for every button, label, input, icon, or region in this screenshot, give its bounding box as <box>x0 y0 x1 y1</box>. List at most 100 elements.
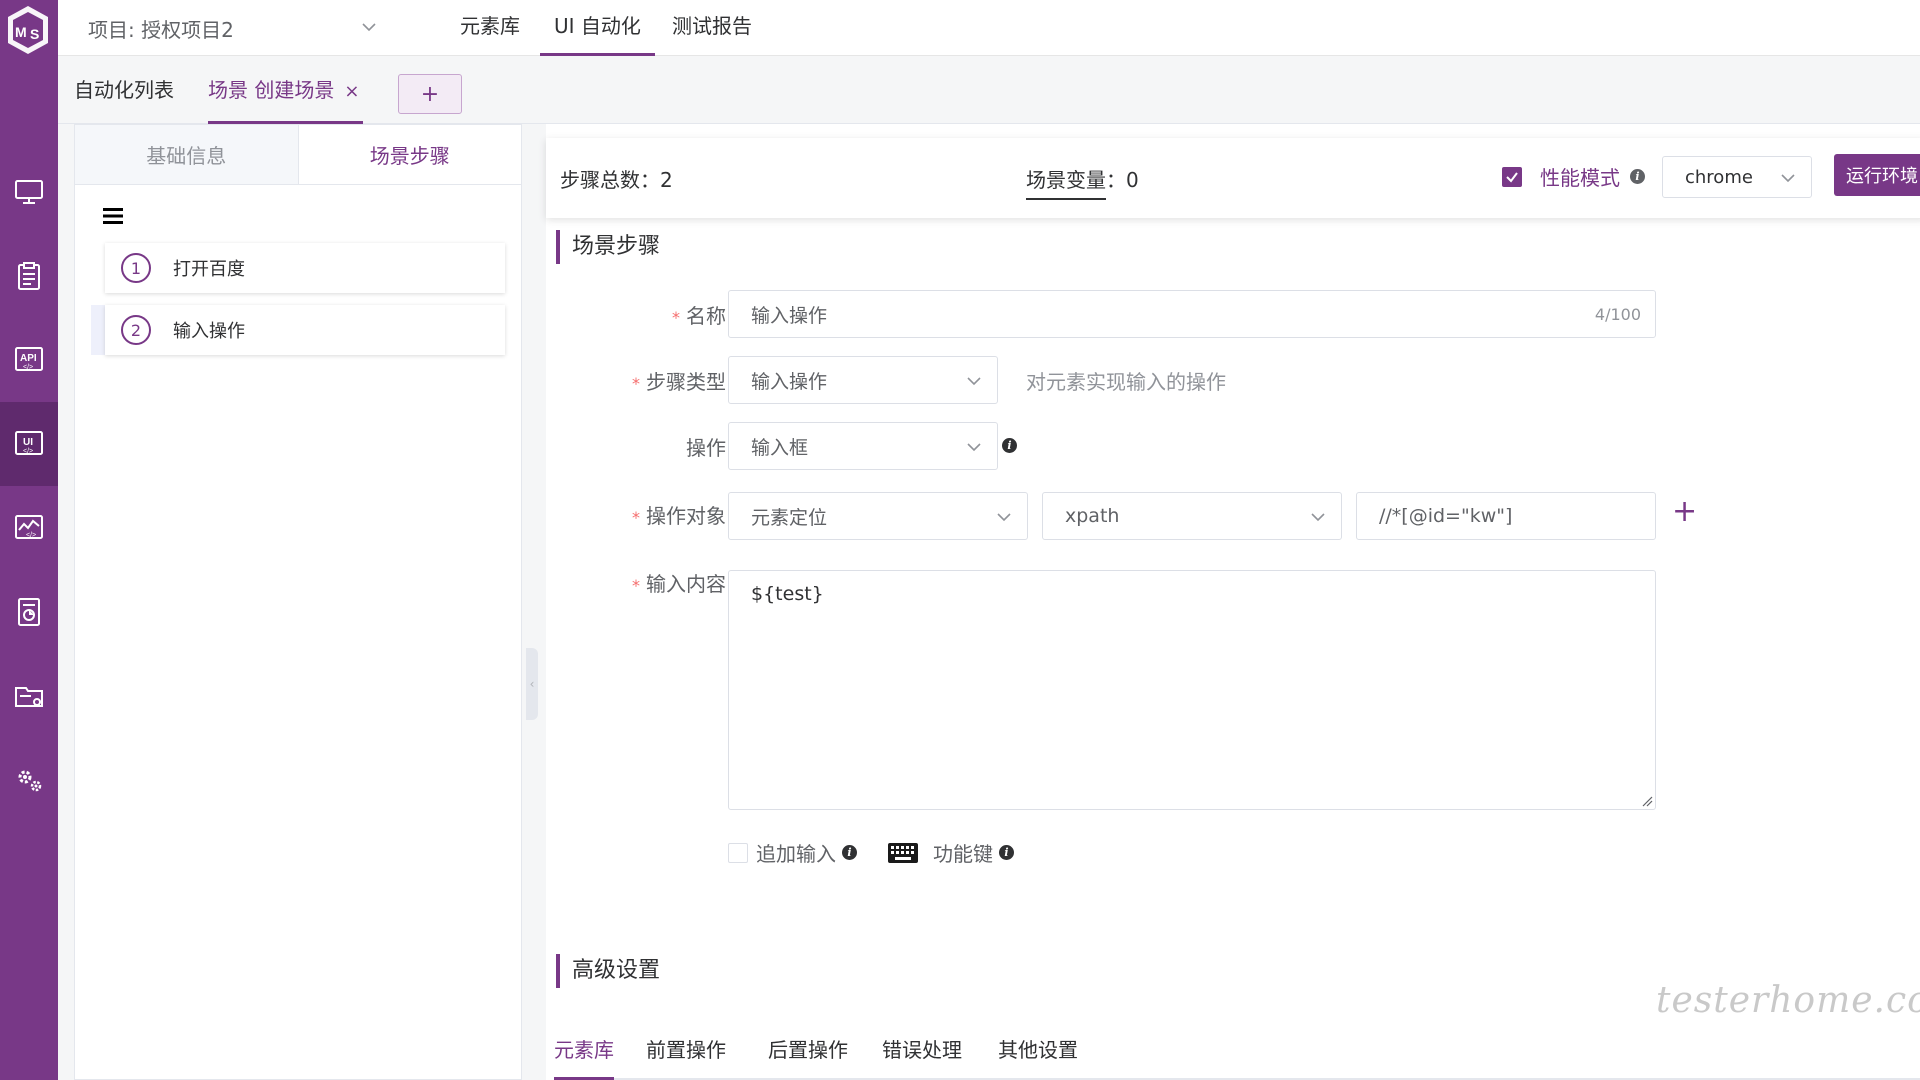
tab-create-scene[interactable]: 场景 创建场景 × <box>208 74 364 124</box>
top-header: 项目: 授权项目2 元素库 UI 自动化 测试报告 <box>58 0 1920 56</box>
content-label-text: 输入内容 <box>646 572 726 596</box>
info-icon[interactable]: i <box>999 845 1014 860</box>
chevron-down-icon <box>997 513 1011 522</box>
watermark: testerhome.com <box>1656 980 1920 1021</box>
locator-value-input[interactable]: //*[@id="kw"] <box>1356 492 1656 540</box>
tab-automation-list[interactable]: 自动化列表 <box>74 74 174 124</box>
scene-left-panel: 基础信息 场景步骤 1 打开百度 2 输入操作 <box>74 124 522 1080</box>
info-icon[interactable]: i <box>842 845 857 860</box>
append-input-checkbox[interactable] <box>728 842 748 863</box>
add-tab-button[interactable]: + <box>398 74 462 114</box>
tab-adv-post-operation[interactable]: 后置操作 <box>768 1034 848 1080</box>
nav-test-report[interactable]: 测试报告 <box>658 0 766 56</box>
tab-basic-info[interactable]: 基础信息 <box>75 125 299 184</box>
check-icon <box>1506 171 1518 183</box>
add-locator-plus-icon[interactable]: + <box>1672 494 1697 529</box>
step-type-select[interactable]: 输入操作 <box>728 356 998 404</box>
chevron-down-icon <box>967 377 981 386</box>
operation-value: 输入框 <box>751 436 809 459</box>
tab-adv-error-handling[interactable]: 错误处理 <box>882 1034 962 1080</box>
svg-text:</>: </> <box>23 364 33 371</box>
svg-text:S: S <box>30 26 39 42</box>
keyboard-icon[interactable] <box>887 842 919 864</box>
left-sidebar: M S API </> UI </> </> <box>0 0 58 1080</box>
content-value: ${test} <box>751 583 824 605</box>
locator-type-select[interactable]: xpath <box>1042 492 1342 540</box>
project-select[interactable]: 项目: 授权项目2 <box>88 0 378 56</box>
sidebar-api-icon[interactable]: API </> <box>0 318 58 402</box>
operation-select[interactable]: 输入框 <box>728 422 998 470</box>
target-select[interactable]: 元素定位 <box>728 492 1028 540</box>
operation-label: 操作 <box>686 436 726 460</box>
name-char-counter: 4/100 <box>1594 305 1641 324</box>
target-label-text: 操作对象 <box>646 504 726 528</box>
svg-text:M: M <box>15 24 27 40</box>
tab-create-scene-label: 场景 创建场景 <box>208 78 335 102</box>
step-total-label: 步骤总数： <box>560 168 660 192</box>
page-tabs-row: 自动化列表 场景 创建场景 × + <box>58 56 1920 124</box>
collapse-panel-handle[interactable]: ‹ <box>526 648 538 720</box>
sidebar-workstation-icon[interactable] <box>0 150 58 234</box>
locator-value: //*[@id="kw"] <box>1379 505 1513 527</box>
ms-logo-icon[interactable]: M S <box>4 4 52 56</box>
hamburger-menu-icon[interactable] <box>103 207 125 225</box>
tab-adv-other-settings[interactable]: 其他设置 <box>998 1034 1078 1080</box>
name-label-text: 名称 <box>686 304 726 328</box>
info-icon[interactable]: i <box>1630 169 1645 184</box>
step-item[interactable]: 1 打开百度 <box>105 243 505 293</box>
sidebar-test-plan-icon[interactable] <box>0 234 58 318</box>
chevron-down-icon <box>1781 174 1795 183</box>
required-mark: * <box>672 308 680 327</box>
step-number: 2 <box>121 315 151 345</box>
locator-type-value: xpath <box>1065 505 1120 527</box>
step-editor-panel: 步骤总数：2 场景变量：0 性能模式 i chrome 运行环境 场景步骤 * 名… <box>546 124 1920 1080</box>
content-label: * 输入内容 <box>556 568 726 597</box>
required-mark: * <box>632 374 640 393</box>
chevron-down-icon <box>967 443 981 452</box>
step-selected-highlight <box>91 305 105 355</box>
performance-mode-label: 性能模式 <box>1540 166 1620 190</box>
info-icon[interactable]: i <box>1002 438 1017 453</box>
sidebar-settings-gear-icon[interactable] <box>0 738 58 822</box>
step-type-label-text: 步骤类型 <box>646 370 726 394</box>
name-input[interactable]: 输入操作 4/100 <box>728 290 1656 338</box>
sidebar-performance-icon[interactable]: </> <box>0 486 58 570</box>
browser-select-value: chrome <box>1685 166 1753 188</box>
browser-select[interactable]: chrome <box>1662 156 1812 198</box>
name-label: * 名称 <box>556 300 726 329</box>
chevron-down-icon <box>1311 513 1325 522</box>
sidebar-report-icon[interactable] <box>0 570 58 654</box>
sidebar-project-folder-icon[interactable] <box>0 654 58 738</box>
scene-variables-link[interactable]: 场景变量 <box>1026 168 1106 200</box>
step-item[interactable]: 2 输入操作 <box>105 305 505 355</box>
content-textarea[interactable]: ${test} <box>728 570 1656 810</box>
step-type-label: * 步骤类型 <box>556 366 726 395</box>
resize-handle-icon[interactable] <box>1641 795 1653 807</box>
nav-ui-automation[interactable]: UI 自动化 <box>540 0 655 56</box>
target-value: 元素定位 <box>751 506 828 529</box>
scene-variables-count: 0 <box>1126 168 1139 192</box>
required-mark: * <box>632 576 640 595</box>
run-environment-button[interactable]: 运行环境 <box>1834 154 1920 196</box>
sub-tabs: 基础信息 场景步骤 <box>75 125 521 185</box>
scene-variables-sep: ： <box>1106 168 1126 192</box>
tab-scene-steps[interactable]: 场景步骤 <box>298 125 521 184</box>
function-key-label[interactable]: 功能键 <box>933 838 993 867</box>
performance-mode: 性能模式 i <box>1502 162 1645 191</box>
step-total-value: 2 <box>660 168 673 192</box>
section-title-scene-steps: 场景步骤 <box>556 230 660 264</box>
step-type-value: 输入操作 <box>751 370 828 393</box>
chevron-down-icon <box>362 23 376 32</box>
tab-adv-pre-operation[interactable]: 前置操作 <box>646 1034 726 1080</box>
scene-variables[interactable]: 场景变量：0 <box>1026 164 1139 200</box>
nav-element-library[interactable]: 元素库 <box>446 0 534 56</box>
scene-summary-bar: 步骤总数：2 场景变量：0 性能模式 i chrome 运行环境 <box>546 138 1920 218</box>
step-number: 1 <box>121 253 151 283</box>
tab-adv-element-library[interactable]: 元素库 <box>554 1034 614 1080</box>
sidebar-ui-automation-icon[interactable]: UI </> <box>0 402 58 486</box>
close-icon[interactable]: × <box>344 81 359 102</box>
performance-mode-checkbox[interactable] <box>1502 166 1522 187</box>
target-label: * 操作对象 <box>556 500 726 529</box>
name-input-value: 输入操作 <box>751 304 828 327</box>
append-input-label: 追加输入 <box>756 842 836 866</box>
